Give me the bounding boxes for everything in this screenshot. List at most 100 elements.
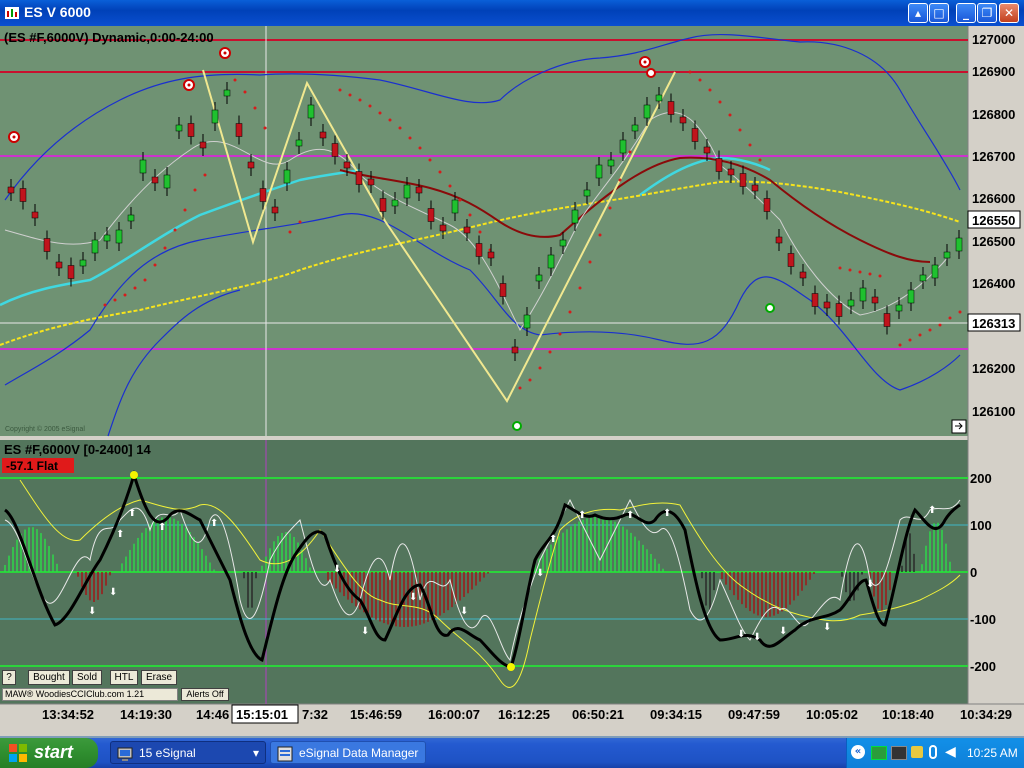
time-label: 10:05:02 bbox=[806, 707, 858, 722]
windows-logo-icon bbox=[9, 744, 27, 762]
taskbar-item-data-manager[interactable]: eSignal Data Manager bbox=[270, 741, 426, 764]
candle-body bbox=[415, 186, 423, 194]
show-hidden-icons-icon[interactable]: « bbox=[851, 745, 865, 759]
speaker-icon[interactable]: ◀ bbox=[945, 744, 956, 760]
candle-body bbox=[955, 237, 963, 252]
svg-text:⬇: ⬇ bbox=[361, 626, 369, 637]
candle-body bbox=[559, 239, 567, 247]
cci-pane-header: ES #F,6000V [0-2400] 14 bbox=[4, 442, 151, 457]
printer-icon[interactable] bbox=[891, 746, 907, 760]
candle-body bbox=[667, 101, 675, 115]
svg-text:⬆: ⬆ bbox=[158, 522, 166, 533]
time-label: 10:18:40 bbox=[882, 707, 934, 722]
svg-text:⬇: ⬇ bbox=[737, 629, 745, 640]
pane-splitter[interactable] bbox=[0, 436, 1024, 440]
maximize-button[interactable]: ❐ bbox=[977, 3, 997, 23]
candle-body bbox=[247, 161, 255, 169]
svg-text:⬇: ⬇ bbox=[109, 587, 117, 598]
alerts-toggle-button[interactable]: Alerts Off bbox=[181, 688, 229, 701]
time-label: 14:46 bbox=[196, 707, 229, 722]
svg-text:⬆: ⬆ bbox=[626, 510, 634, 521]
safely-remove-icon[interactable] bbox=[929, 745, 937, 759]
esignal-window: ES V 6000 ▴ □ _ ❐ ✕ 127000 126900 126800… bbox=[0, 0, 1024, 768]
taskbar-item-esignal[interactable]: 15 eSignal ▾ bbox=[110, 741, 266, 764]
close-button[interactable]: ✕ bbox=[999, 3, 1019, 23]
svg-text:⬇: ⬇ bbox=[779, 626, 787, 637]
help-button[interactable]: ? bbox=[2, 670, 16, 685]
candle-body bbox=[571, 209, 579, 224]
candle-body bbox=[67, 265, 75, 279]
network-icon[interactable] bbox=[871, 746, 887, 760]
time-label: 09:34:15 bbox=[650, 707, 702, 722]
svg-text:⬆: ⬆ bbox=[128, 508, 136, 519]
candle-body bbox=[271, 206, 279, 214]
time-label: 16:00:07 bbox=[428, 707, 480, 722]
candle-body bbox=[895, 304, 903, 312]
candle-body bbox=[235, 123, 243, 137]
time-label: 16:12:25 bbox=[498, 707, 550, 722]
candle-body bbox=[943, 251, 951, 259]
candle-body bbox=[883, 313, 891, 327]
candle-body bbox=[223, 89, 231, 97]
minimize-button[interactable]: _ bbox=[956, 3, 976, 23]
crosshair-price-label: 126313 bbox=[972, 316, 1015, 331]
chart-area[interactable]: 127000 126900 126800 126700 126600 12650… bbox=[0, 26, 1024, 736]
candle-body bbox=[139, 159, 147, 174]
bought-button[interactable]: Bought bbox=[28, 670, 70, 685]
cci-tick: 200 bbox=[970, 471, 992, 486]
candle-body bbox=[175, 124, 183, 132]
time-label: 15:46:59 bbox=[350, 707, 402, 722]
price-tick: 126900 bbox=[972, 64, 1015, 79]
chevron-down-icon: ▾ bbox=[252, 746, 259, 760]
data-manager-icon bbox=[277, 746, 293, 762]
candle-body bbox=[451, 199, 459, 214]
candle-body bbox=[163, 174, 171, 189]
svg-text:⬆: ⬆ bbox=[578, 510, 586, 521]
crosshair-time-label: 15:15:01 bbox=[236, 707, 288, 722]
candle-body bbox=[547, 254, 555, 269]
candle-body bbox=[499, 283, 507, 297]
candle-body bbox=[211, 109, 219, 124]
candle-body bbox=[115, 229, 123, 244]
candle-body bbox=[403, 184, 411, 199]
erase-button[interactable]: Erase bbox=[141, 670, 177, 685]
price-tick: 126800 bbox=[972, 107, 1015, 122]
expand-pane-icon[interactable] bbox=[951, 419, 967, 434]
svg-text:⬇: ⬇ bbox=[866, 579, 874, 590]
candle-body bbox=[607, 159, 615, 167]
price-pane[interactable] bbox=[0, 26, 968, 436]
svg-text:⬇: ⬇ bbox=[536, 568, 544, 579]
candle-body bbox=[691, 128, 699, 142]
candle-body bbox=[523, 314, 531, 329]
time-label: 10:34:29 bbox=[960, 707, 1012, 722]
security-icon[interactable] bbox=[911, 746, 923, 758]
candle-body bbox=[103, 234, 111, 242]
svg-text:⬇: ⬇ bbox=[753, 632, 761, 643]
candle-body bbox=[631, 124, 639, 132]
sold-button[interactable]: Sold bbox=[72, 670, 102, 685]
restore-chart-button[interactable]: □ bbox=[929, 3, 949, 23]
candle-body bbox=[427, 208, 435, 222]
svg-text:⬇: ⬇ bbox=[823, 622, 831, 633]
candle-body bbox=[835, 303, 843, 317]
price-tick: 126400 bbox=[972, 276, 1015, 291]
collapse-button[interactable]: ▴ bbox=[908, 3, 928, 23]
taskbar-clock[interactable]: 10:25 AM bbox=[967, 746, 1018, 760]
candle-body bbox=[727, 168, 735, 176]
candle-body bbox=[187, 123, 195, 137]
candle-body bbox=[319, 131, 327, 139]
candle-body bbox=[343, 161, 351, 169]
candle-body bbox=[91, 239, 99, 254]
start-button[interactable]: start bbox=[0, 738, 98, 768]
candle-body bbox=[595, 164, 603, 179]
candle-body bbox=[367, 178, 375, 186]
svg-text:⬆: ⬆ bbox=[116, 529, 124, 540]
time-label: 09:47:59 bbox=[728, 707, 780, 722]
candle-body bbox=[43, 238, 51, 252]
htl-button[interactable]: HTL bbox=[110, 670, 138, 685]
price-tick: 126700 bbox=[972, 149, 1015, 164]
candle-body bbox=[679, 116, 687, 124]
candle-body bbox=[355, 171, 363, 185]
monitor-icon bbox=[117, 747, 133, 761]
cci-tick: -200 bbox=[970, 659, 996, 674]
